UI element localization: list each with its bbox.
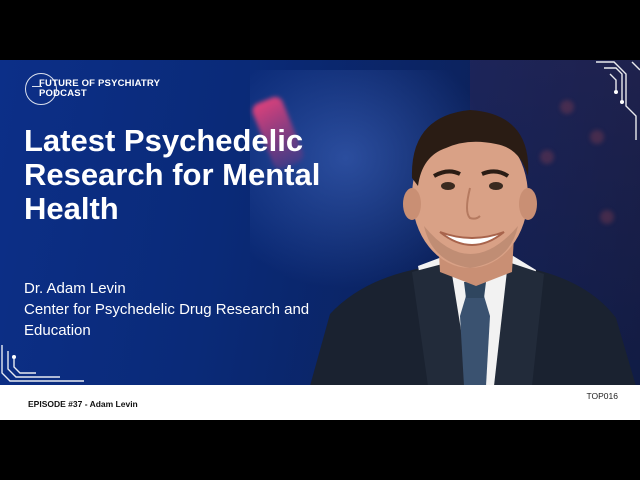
episode-code: TOP016	[586, 391, 618, 401]
circle-logo-icon	[25, 73, 57, 105]
thumbnail-frame: FUTURE OF PSYCHIATRY PODCAST Latest Psyc…	[0, 60, 640, 420]
podcast-logo: FUTURE OF PSYCHIATRY PODCAST	[25, 73, 160, 105]
circuit-decoration-icon	[1, 345, 84, 382]
guest-photo	[310, 110, 636, 386]
episode-label: EPISODE #37 - Adam Levin	[28, 399, 138, 409]
episode-bar: EPISODE #37 - Adam Levin TOP016	[0, 385, 640, 420]
podcast-name-line2: PODCAST	[39, 88, 87, 99]
